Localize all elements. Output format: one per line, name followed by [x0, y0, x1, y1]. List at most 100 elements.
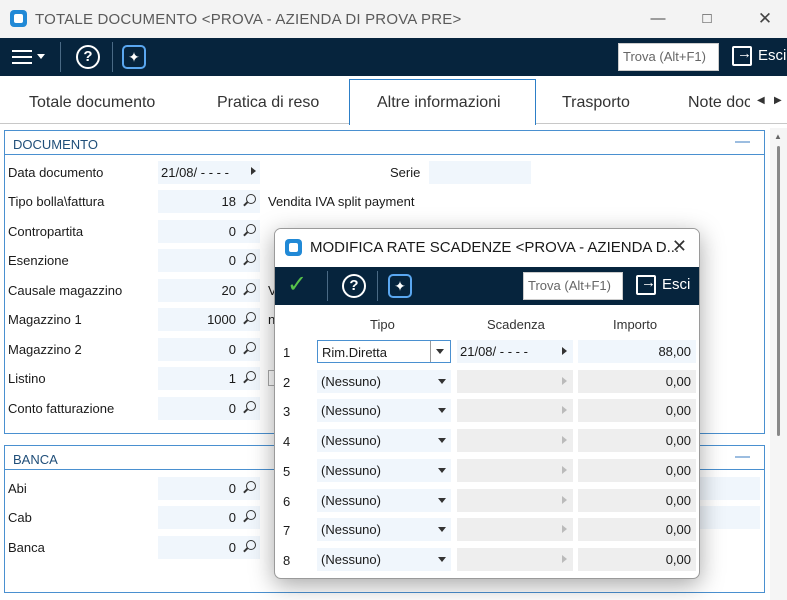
importo-field[interactable]: 0,00 [578, 429, 696, 452]
date-arrow-icon[interactable] [562, 347, 567, 355]
causale-magazzino-field[interactable]: 20 [158, 279, 260, 302]
chevron-down-icon[interactable] [438, 498, 446, 503]
vertical-scrollbar[interactable]: ▲ [770, 128, 787, 600]
caret-down-icon [37, 54, 45, 59]
contropartita-field[interactable]: 0 [158, 220, 260, 243]
tab-trasporto[interactable]: Trasporto [562, 94, 630, 112]
menu-button[interactable] [12, 47, 45, 67]
tab-scroll-right-icon[interactable]: ▶ [774, 95, 782, 106]
tipo-select[interactable]: Rim.Diretta [317, 340, 451, 363]
search-icon[interactable] [246, 194, 256, 204]
search-icon[interactable] [246, 283, 256, 293]
search-icon[interactable] [246, 371, 256, 381]
tipo-select[interactable]: (Nessuno) [317, 370, 451, 393]
tipo-select[interactable]: (Nessuno) [317, 399, 451, 422]
date-arrow-icon[interactable] [251, 167, 256, 175]
tipo-select[interactable]: (Nessuno) [317, 429, 451, 452]
tab-totale-documento[interactable]: Totale documento [29, 94, 155, 112]
exit-icon [732, 45, 752, 66]
scadenza-field[interactable]: 21/08/ - - - - [457, 340, 573, 363]
search-icon[interactable] [246, 342, 256, 352]
chevron-down-icon[interactable] [438, 408, 446, 413]
window-title: TOTALE DOCUMENTO <PROVA - AZIENDA DI PRO… [35, 11, 462, 28]
exit-label: Esci [662, 275, 691, 293]
tipo-select[interactable]: (Nessuno) [317, 548, 451, 571]
scroll-up-icon[interactable]: ▲ [774, 132, 782, 141]
chevron-down-icon[interactable] [436, 349, 444, 354]
scadenza-field [457, 548, 573, 571]
search-icon[interactable] [246, 401, 256, 411]
dialog-search-input[interactable]: Trova (Alt+F1) [523, 272, 623, 300]
dialog-title: MODIFICA RATE SCADENZE <PROVA - AZIENDA … [310, 239, 680, 256]
date-arrow-icon [562, 436, 567, 444]
scadenza-field [457, 489, 573, 512]
magazzino-1-field[interactable]: 1000 [158, 308, 260, 331]
minimize-button[interactable]: — [646, 8, 670, 30]
dialog-exit-button[interactable]: Esci [636, 274, 691, 295]
tipo-select[interactable]: (Nessuno) [317, 489, 451, 512]
help-icon[interactable]: ? [76, 45, 100, 69]
cab-field[interactable]: 0 [158, 506, 260, 529]
importo-field[interactable]: 0,00 [578, 489, 696, 512]
tipo-value: Rim.Diretta [322, 345, 388, 360]
contropartita-value: 0 [228, 224, 236, 239]
exit-button[interactable]: Esci [732, 45, 787, 66]
collapse-icon[interactable]: — [735, 133, 750, 150]
esenzione-label: Esenzione [8, 253, 69, 268]
data-documento-field[interactable]: 21/08/ - - - - [158, 161, 260, 184]
search-icon[interactable] [246, 253, 256, 263]
importo-field[interactable]: 88,00 [578, 340, 696, 363]
importo-field[interactable]: 0,00 [578, 459, 696, 482]
confirm-check-icon[interactable]: ✓ [287, 273, 307, 297]
search-input[interactable]: Trova (Alt+F1) [618, 43, 719, 71]
row-number: 5 [283, 464, 291, 479]
serie-field[interactable] [429, 161, 531, 184]
tipo-bolla-field[interactable]: 18 [158, 190, 260, 213]
chevron-down-icon[interactable] [438, 438, 446, 443]
banca-field[interactable]: 0 [158, 536, 260, 559]
scrollbar-thumb[interactable] [777, 146, 780, 436]
importo-field[interactable]: 0,00 [578, 518, 696, 541]
dialog-close-button[interactable]: ✕ [672, 236, 687, 257]
chevron-down-icon[interactable] [438, 527, 446, 532]
abi-field[interactable]: 0 [158, 477, 260, 500]
tab-pratica-di-reso[interactable]: Pratica di reso [217, 94, 319, 112]
maximize-button[interactable]: □ [695, 8, 719, 30]
tab-bar: Totale documento Pratica di reso Altre i… [0, 76, 787, 125]
importo-field[interactable]: 0,00 [578, 548, 696, 571]
cab-label: Cab [8, 510, 32, 525]
search-icon[interactable] [246, 312, 256, 322]
search-icon[interactable] [246, 224, 256, 234]
chevron-down-icon[interactable] [438, 557, 446, 562]
esenzione-field[interactable]: 0 [158, 249, 260, 272]
tab-note-doc[interactable]: Note doc [688, 94, 750, 112]
help-icon[interactable]: ? [342, 274, 366, 298]
scadenza-field [457, 429, 573, 452]
collapse-icon[interactable]: — [735, 448, 750, 465]
cab-description-field [700, 506, 760, 529]
listino-field[interactable]: 1 [158, 367, 260, 390]
search-icon[interactable] [246, 540, 256, 550]
importo-field[interactable]: 0,00 [578, 399, 696, 422]
serie-label: Serie [390, 165, 421, 180]
tipo-select[interactable]: (Nessuno) [317, 459, 451, 482]
exit-label: Esci [758, 46, 787, 64]
scadenza-value: 21/08/ - - - - [460, 344, 528, 359]
assistant-sparkle-icon[interactable]: ✦ [388, 274, 412, 298]
tipo-select[interactable]: (Nessuno) [317, 518, 451, 541]
chevron-down-icon[interactable] [438, 379, 446, 384]
search-icon[interactable] [246, 510, 256, 520]
modifica-rate-dialog: MODIFICA RATE SCADENZE <PROVA - AZIENDA … [274, 228, 700, 579]
assistant-sparkle-icon[interactable]: ✦ [122, 45, 146, 69]
chevron-down-icon[interactable] [438, 468, 446, 473]
toolbar-separator [377, 271, 378, 301]
toolbar-separator [60, 42, 61, 72]
importo-field[interactable]: 0,00 [578, 370, 696, 393]
tipo-value: (Nessuno) [321, 403, 381, 418]
close-button[interactable]: ✕ [753, 8, 777, 30]
tab-altre-informazioni[interactable]: Altre informazioni [349, 79, 536, 125]
tab-scroll-left-icon[interactable]: ◀ [757, 95, 765, 106]
conto-fatturazione-field[interactable]: 0 [158, 397, 260, 420]
search-icon[interactable] [246, 481, 256, 491]
magazzino-2-field[interactable]: 0 [158, 338, 260, 361]
